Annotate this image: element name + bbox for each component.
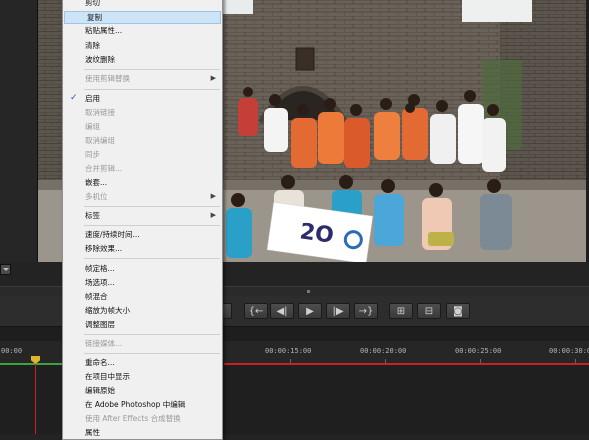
- timecode-label: 00:00:20:00: [360, 347, 407, 355]
- menu-item-synchronize[interactable]: 同步: [63, 148, 222, 161]
- menu-item-label: 启用: [85, 94, 100, 103]
- menu-item-enable[interactable]: ✓ 启用: [63, 92, 222, 105]
- menu-item-ripple-delete[interactable]: 波纹删除: [63, 53, 222, 66]
- menu-item-label: 使用剪辑替换: [85, 74, 130, 83]
- menu-separator: [84, 334, 220, 335]
- submenu-arrow-icon: ▶: [210, 74, 216, 82]
- menu-item-merge-clips[interactable]: 合并剪辑...: [63, 162, 222, 175]
- menu-item-clear[interactable]: 清除: [63, 39, 222, 52]
- menu-item-label: 多机位: [85, 192, 108, 201]
- play-icon[interactable]: ▶: [298, 303, 322, 319]
- submenu-arrow-icon: ▶: [210, 211, 216, 219]
- next-frame-icon[interactable]: |▶: [326, 303, 350, 319]
- premiere-workspace: 2O {← ◀| ▶ |▶ →} ⊞ ⊟ ◙ 00:00 00:00:15:00…: [0, 0, 589, 440]
- step-back-icon[interactable]: {←: [244, 303, 268, 319]
- prev-frame-icon[interactable]: ◀|: [270, 303, 294, 319]
- menu-item-replace-with-clip[interactable]: 使用剪辑替换 ▶: [63, 72, 222, 85]
- menu-item-label-submenu[interactable]: 标签 ▶: [63, 209, 222, 222]
- menu-item-properties[interactable]: 属性: [63, 426, 222, 439]
- menu-item-frame-blend[interactable]: 帧混合: [63, 290, 222, 303]
- banner-text: 2O: [298, 219, 335, 248]
- menu-item-reveal-in-project[interactable]: 在项目中显示: [63, 370, 222, 383]
- menu-item-copy[interactable]: 复制: [64, 11, 221, 24]
- menu-item-speed-duration[interactable]: 速度/持续时间...: [63, 228, 222, 241]
- menu-separator: [84, 69, 220, 70]
- menu-item-edit-original[interactable]: 编辑原始: [63, 384, 222, 397]
- menu-separator: [84, 89, 220, 90]
- submenu-arrow-icon: ▶: [210, 192, 216, 200]
- chevron-down-icon: [3, 268, 9, 271]
- menu-item-field-options[interactable]: 场选项...: [63, 276, 222, 289]
- menu-item-frame-hold[interactable]: 帧定格...: [63, 262, 222, 275]
- export-frame-icon[interactable]: ◙: [446, 303, 470, 319]
- left-panel-strip: [0, 0, 38, 262]
- menu-separator: [84, 353, 220, 354]
- timecode-label: 00:00:25:00: [455, 347, 502, 355]
- menu-separator: [84, 206, 220, 207]
- lift-icon[interactable]: ⊞: [389, 303, 413, 319]
- extract-icon[interactable]: ⊟: [417, 303, 441, 319]
- menu-item-replace-with-ae[interactable]: 使用 After Effects 合成替换: [63, 412, 222, 425]
- render-bar: [224, 363, 589, 365]
- menu-separator: [84, 258, 220, 259]
- checkmark-icon: ✓: [70, 93, 78, 103]
- menu-item-remove-effects[interactable]: 移除效果...: [63, 242, 222, 255]
- menu-item-nest[interactable]: 嵌套...: [63, 176, 222, 189]
- step-forward-icon[interactable]: →}: [354, 303, 378, 319]
- clip-context-menu: 剪切 复制 粘贴属性... 清除 波纹删除 使用剪辑替换 ▶ ✓ 启用 取消链接 编…: [62, 0, 223, 440]
- menu-item-link-media[interactable]: 链接媒体...: [63, 337, 222, 350]
- work-area-bar[interactable]: [0, 363, 62, 365]
- menu-item-paste-attributes[interactable]: 粘贴属性...: [63, 24, 222, 37]
- menu-item-scale-to-frame[interactable]: 缩放为帧大小: [63, 304, 222, 317]
- menu-separator: [84, 225, 220, 226]
- menu-item-ungroup[interactable]: 取消编组: [63, 134, 222, 147]
- menu-item-cut[interactable]: 剪切: [63, 0, 222, 9]
- timecode-label: 00:00:15:00: [265, 347, 312, 355]
- menu-item-unlink[interactable]: 取消链接: [63, 106, 222, 119]
- menu-item-edit-in-photoshop[interactable]: 在 Adobe Photoshop 中编辑: [63, 398, 222, 411]
- timecode-label: 00:00:30:00: [549, 347, 589, 355]
- playhead-line[interactable]: [35, 356, 36, 434]
- menu-item-rename[interactable]: 重命名...: [63, 356, 222, 369]
- menu-item-multicam[interactable]: 多机位 ▶: [63, 190, 222, 203]
- dropdown-toggle[interactable]: [0, 264, 11, 275]
- timecode-label: 00:00: [1, 347, 23, 355]
- menu-item-label: 标签: [85, 211, 100, 220]
- menu-item-group[interactable]: 编组: [63, 120, 222, 133]
- menu-item-adjustment-layer[interactable]: 调整图层: [63, 318, 222, 331]
